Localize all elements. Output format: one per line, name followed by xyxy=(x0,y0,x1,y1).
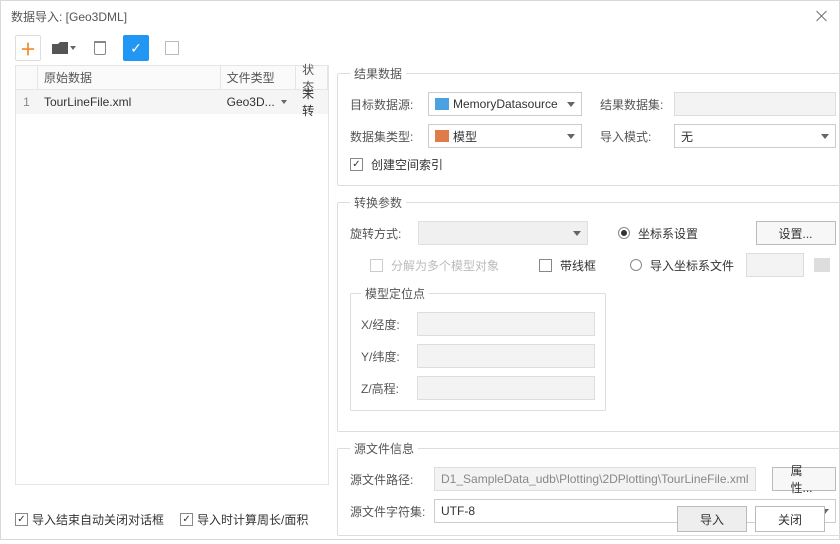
model-icon xyxy=(435,130,449,142)
cell-index: 1 xyxy=(16,90,38,114)
check-icon: ✓ xyxy=(130,40,142,57)
deselect-button[interactable] xyxy=(159,35,185,61)
delete-button[interactable] xyxy=(87,35,113,61)
z-input[interactable] xyxy=(417,376,595,400)
transform-group: 转换参数 旋转方式: 坐标系设置 设置... 分解为多个模型对象 带线框 导入坐… xyxy=(337,194,840,432)
coord-set-label: 坐标系设置 xyxy=(638,225,698,242)
coord-set-radio[interactable] xyxy=(618,227,630,239)
settings-button[interactable]: 设置... xyxy=(756,221,836,245)
dataset-type-select[interactable]: 模型 xyxy=(428,124,582,148)
folder-button[interactable] xyxy=(51,35,77,61)
wireframe-label: 带线框 xyxy=(560,257,596,274)
import-coord-radio[interactable] xyxy=(630,259,642,271)
import-coord-label: 导入坐标系文件 xyxy=(650,257,734,274)
trash-icon xyxy=(94,41,106,55)
result-ds-label: 结果数据集: xyxy=(600,96,666,113)
plus-icon: ＋ xyxy=(20,36,36,60)
calc-label: 导入时计算周长/面积 xyxy=(197,511,308,528)
window-title: 数据导入: [Geo3DML] xyxy=(11,8,127,25)
square-icon xyxy=(165,41,179,55)
spatial-index-checkbox[interactable] xyxy=(350,158,363,171)
close-icon[interactable] xyxy=(815,9,829,23)
file-grid: 原始数据 文件类型 状态 1 TourLineFile.xml Geo3D...… xyxy=(15,65,329,485)
wireframe-checkbox[interactable] xyxy=(539,259,552,272)
col-index[interactable] xyxy=(16,66,38,89)
col-source[interactable]: 原始数据 xyxy=(38,66,221,89)
col-type[interactable]: 文件类型 xyxy=(221,66,297,89)
source-legend: 源文件信息 xyxy=(350,440,418,457)
split-checkbox xyxy=(370,259,383,272)
close-button[interactable]: 关闭 xyxy=(755,506,825,532)
rotation-select xyxy=(418,221,588,245)
dataset-type-label: 数据集类型: xyxy=(350,128,420,145)
source-path-label: 源文件路径: xyxy=(350,471,426,488)
z-label: Z/高程: xyxy=(361,380,409,397)
result-ds-input[interactable] xyxy=(674,92,836,116)
x-label: X/经度: xyxy=(361,316,409,333)
datasource-icon xyxy=(435,98,449,110)
transform-legend: 转换参数 xyxy=(350,194,406,211)
anchor-group: 模型定位点 X/经度: Y/纬度: Z/高程: xyxy=(350,285,606,411)
import-mode-select[interactable]: 无 xyxy=(674,124,836,148)
auto-close-checkbox[interactable] xyxy=(15,513,28,526)
x-input[interactable] xyxy=(417,312,595,336)
properties-button[interactable]: 属性... xyxy=(772,467,836,491)
folder-icon xyxy=(52,42,68,54)
select-all-button[interactable]: ✓ xyxy=(123,35,149,61)
result-legend: 结果数据 xyxy=(350,65,406,82)
calc-checkbox[interactable] xyxy=(180,513,193,526)
target-ds-select[interactable]: MemoryDatasource xyxy=(428,92,582,116)
cell-name: TourLineFile.xml xyxy=(38,90,221,114)
target-ds-label: 目标数据源: xyxy=(350,96,420,113)
cell-status: 未转 xyxy=(296,90,328,114)
coord-file-input xyxy=(746,253,804,277)
cell-type[interactable]: Geo3D... xyxy=(221,90,297,114)
import-button[interactable]: 导入 xyxy=(677,506,747,532)
result-group: 结果数据 目标数据源: MemoryDatasource 结果数据集: 数据集类… xyxy=(337,65,840,186)
y-input[interactable] xyxy=(417,344,595,368)
chevron-down-icon xyxy=(281,100,287,104)
import-mode-label: 导入模式: xyxy=(600,128,666,145)
browse-icon xyxy=(814,258,830,272)
spatial-index-label: 创建空间索引 xyxy=(371,156,443,173)
table-row[interactable]: 1 TourLineFile.xml Geo3D... 未转 xyxy=(16,90,328,114)
auto-close-label: 导入结束自动关闭对话框 xyxy=(32,511,164,528)
chevron-down-icon xyxy=(70,46,76,50)
anchor-legend: 模型定位点 xyxy=(361,285,429,302)
y-label: Y/纬度: xyxy=(361,348,409,365)
source-path-input: D1_SampleData_udb\Plotting\2DPlotting\To… xyxy=(434,467,756,491)
split-label: 分解为多个模型对象 xyxy=(391,257,499,274)
add-button[interactable]: ＋ xyxy=(15,35,41,61)
rotation-label: 旋转方式: xyxy=(350,225,410,242)
